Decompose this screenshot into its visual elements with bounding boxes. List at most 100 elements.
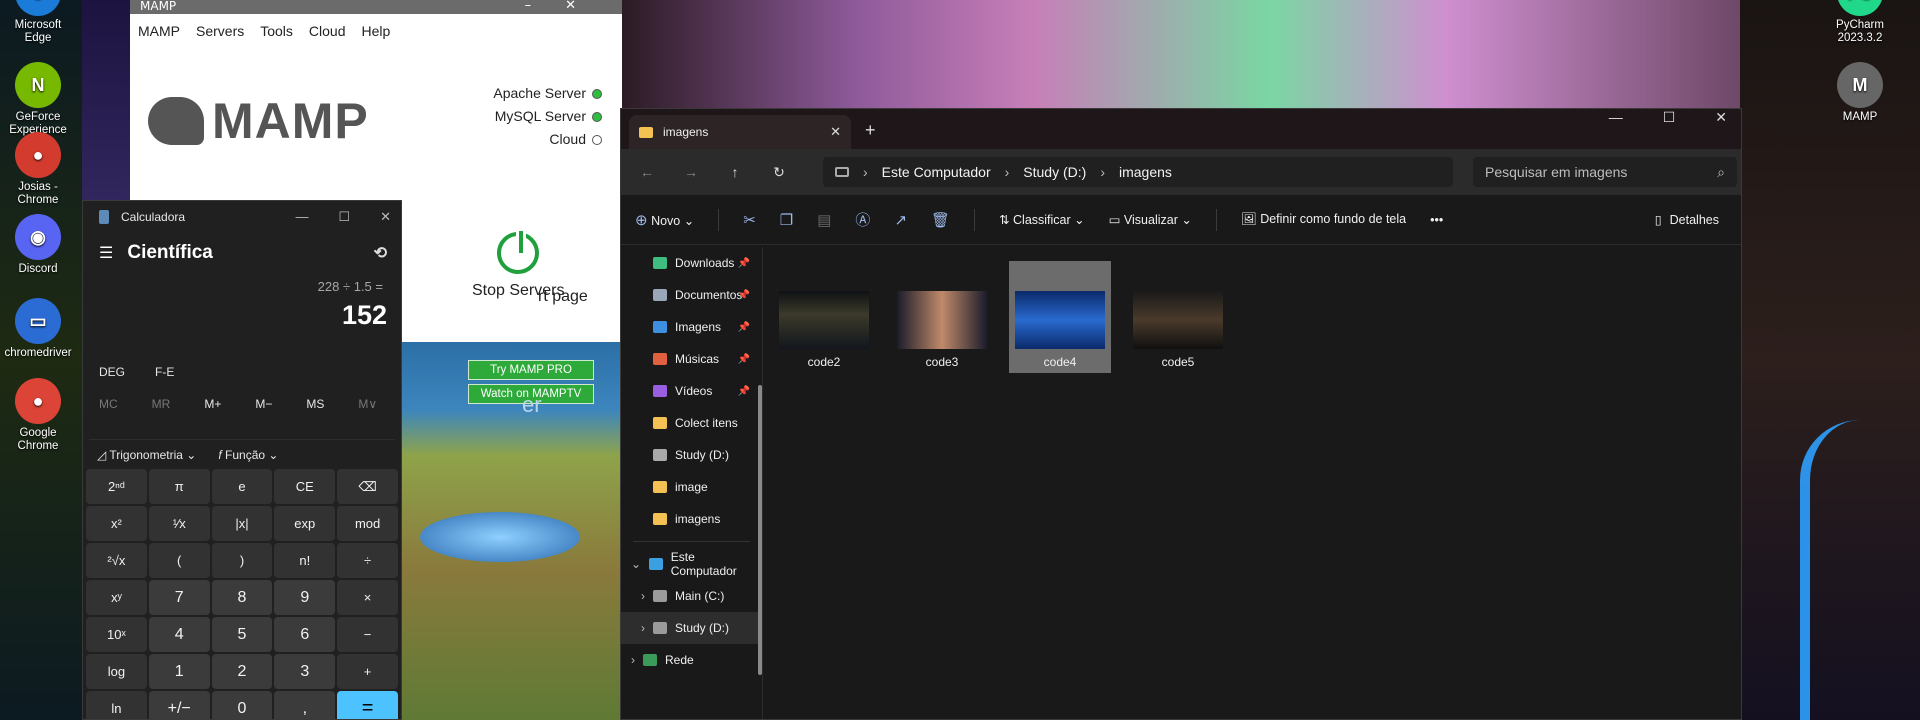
calculator-key[interactable]: +/− bbox=[148, 691, 210, 719]
sidebar-item[interactable]: Downloads 📌 bbox=[621, 247, 762, 279]
calculator-titlebar[interactable]: Calculadora — ☐ ✕ bbox=[83, 201, 401, 233]
search-input[interactable]: Pesquisar em imagens ⌕ bbox=[1473, 157, 1737, 187]
mamp-window-controls[interactable]: –✕ bbox=[525, 0, 610, 12]
open-start-page-button[interactable]: rt page bbox=[538, 288, 618, 306]
calculator-key[interactable]: ⌫ bbox=[337, 469, 398, 504]
paste-icon[interactable]: ▤ bbox=[817, 211, 831, 229]
function-dropdown[interactable]: f Função ⌄ bbox=[218, 448, 278, 462]
view-button[interactable]: ▭ Visualizar ⌄ bbox=[1109, 212, 1192, 227]
calculator-key[interactable]: 2ⁿᵈ bbox=[86, 469, 147, 504]
calculator-key[interactable]: CE bbox=[274, 469, 336, 504]
sidebar-item[interactable]: imagens bbox=[621, 503, 762, 535]
calculator-key[interactable]: 10ˣ bbox=[86, 617, 147, 652]
calculator-key[interactable]: |x| bbox=[211, 506, 273, 541]
file-item[interactable]: code3 bbox=[891, 261, 993, 373]
calculator-key[interactable]: ÷ bbox=[337, 543, 398, 578]
tree-item[interactable]: › Study (D:) bbox=[621, 612, 762, 644]
calculator-key[interactable]: ¹⁄x bbox=[148, 506, 210, 541]
calculator-key[interactable]: n! bbox=[274, 543, 336, 578]
menu-item-help[interactable]: Help bbox=[362, 23, 391, 39]
tab-imagens[interactable]: imagens ✕ bbox=[629, 115, 851, 149]
sidebar-item[interactable]: Imagens 📌 bbox=[621, 311, 762, 343]
file-item[interactable]: code2 bbox=[773, 261, 875, 373]
memory-button[interactable]: MR bbox=[152, 397, 171, 411]
calculator-key[interactable]: 0 bbox=[211, 691, 273, 719]
close-icon[interactable]: ✕ bbox=[380, 209, 391, 225]
hamburger-menu-icon[interactable]: ☰ bbox=[99, 243, 113, 263]
desktop-icon[interactable]: PC PyCharm 2023.3.2 bbox=[1822, 0, 1898, 45]
calculator-key[interactable]: mod bbox=[337, 506, 398, 541]
memory-button[interactable]: M− bbox=[255, 397, 272, 411]
chevron-down-icon[interactable]: ⌄ bbox=[631, 557, 641, 571]
calculator-key[interactable]: , bbox=[274, 691, 336, 719]
file-item[interactable]: code5 bbox=[1127, 261, 1229, 373]
sidebar-item[interactable]: Documentos 📌 bbox=[621, 279, 762, 311]
calculator-key[interactable]: + bbox=[337, 654, 398, 689]
deg-toggle[interactable]: DEG bbox=[99, 365, 125, 379]
sidebar-item[interactable]: image bbox=[621, 471, 762, 503]
breadcrumb-item[interactable]: imagens bbox=[1119, 164, 1172, 180]
sidebar-item[interactable]: Study (D:) bbox=[621, 439, 762, 471]
maximize-icon[interactable]: ☐ bbox=[338, 209, 350, 225]
chevron-right-icon[interactable]: › bbox=[631, 653, 635, 667]
details-button[interactable]: ▯ Detalhes bbox=[1655, 212, 1719, 228]
calculator-key[interactable]: log bbox=[86, 654, 147, 689]
sidebar-item[interactable]: Vídeos 📌 bbox=[621, 375, 762, 407]
desktop-icon[interactable]: ▭ chromedriver bbox=[0, 298, 76, 360]
close-tab-icon[interactable]: ✕ bbox=[830, 124, 841, 140]
minimize-icon[interactable]: — bbox=[1609, 109, 1623, 126]
rename-icon[interactable]: Ⓐ bbox=[855, 209, 870, 230]
calculator-key[interactable]: 3 bbox=[274, 654, 336, 689]
file-item[interactable]: code4 bbox=[1009, 261, 1111, 373]
close-icon[interactable]: ✕ bbox=[1715, 109, 1727, 126]
calculator-key[interactable]: 8 bbox=[211, 580, 273, 615]
calculator-key[interactable]: ) bbox=[211, 543, 273, 578]
breadcrumb[interactable]: › Este Computador › Study (D:) › imagens bbox=[823, 157, 1453, 187]
chevron-right-icon[interactable]: › bbox=[641, 589, 645, 603]
try-mamp-pro-button[interactable]: Try MAMP PRO bbox=[468, 360, 594, 380]
calculator-key[interactable]: = bbox=[337, 691, 398, 719]
desktop-icon[interactable]: ● Josias - Chrome bbox=[0, 132, 76, 207]
mamp-titlebar[interactable]: MAMP –✕ bbox=[130, 0, 622, 14]
sidebar-item[interactable]: Colect itens bbox=[621, 407, 762, 439]
calculator-key[interactable]: 9 bbox=[274, 580, 336, 615]
breadcrumb-item[interactable]: Study (D:) bbox=[1023, 164, 1086, 180]
menu-item-mamp[interactable]: MAMP bbox=[138, 23, 180, 39]
calculator-key[interactable]: 1 bbox=[148, 654, 210, 689]
calculator-key[interactable]: e bbox=[211, 469, 273, 504]
scrollbar[interactable] bbox=[758, 385, 762, 675]
tree-item[interactable]: › Rede bbox=[621, 644, 762, 676]
forward-arrow-icon[interactable]: → bbox=[679, 164, 703, 180]
share-icon[interactable]: ↗ bbox=[894, 211, 907, 229]
cut-icon[interactable]: ✂ bbox=[743, 211, 756, 229]
set-wallpaper-button[interactable]: 🖼 Definir como fundo de tela bbox=[1241, 212, 1406, 227]
desktop-icon[interactable]: M MAMP bbox=[1822, 62, 1898, 124]
calculator-key[interactable]: 7 bbox=[148, 580, 210, 615]
calculator-key[interactable]: ( bbox=[148, 543, 210, 578]
calculator-key[interactable]: ln bbox=[86, 691, 147, 719]
memory-button[interactable]: MC bbox=[99, 397, 118, 411]
memory-button[interactable]: MS bbox=[306, 397, 324, 411]
desktop-icon[interactable]: N GeForce Experience bbox=[0, 62, 76, 137]
new-tab-icon[interactable]: + bbox=[865, 120, 876, 141]
calculator-key[interactable]: 6 bbox=[274, 617, 336, 652]
sort-button[interactable]: ⇅ Classificar ⌄ bbox=[999, 212, 1085, 227]
sidebar-item[interactable]: Músicas 📌 bbox=[621, 343, 762, 375]
calculator-key[interactable]: ²√x bbox=[86, 543, 147, 578]
more-options-icon[interactable]: ••• bbox=[1430, 213, 1443, 227]
calculator-key[interactable]: xʸ bbox=[86, 580, 147, 615]
fe-toggle[interactable]: F-E bbox=[155, 365, 174, 379]
new-button[interactable]: ⊕ Novo ⌄ bbox=[635, 211, 694, 229]
menu-item-cloud[interactable]: Cloud bbox=[309, 23, 346, 39]
up-arrow-icon[interactable]: ↑ bbox=[723, 164, 747, 180]
refresh-icon[interactable]: ↻ bbox=[767, 164, 791, 181]
chevron-right-icon[interactable]: › bbox=[641, 621, 645, 635]
maximize-icon[interactable]: ☐ bbox=[1663, 109, 1676, 126]
delete-icon[interactable]: 🗑 bbox=[931, 211, 950, 229]
calculator-key[interactable]: exp bbox=[274, 506, 336, 541]
calculator-key[interactable]: x² bbox=[86, 506, 147, 541]
desktop-icon[interactable]: ◉ Discord bbox=[0, 214, 76, 276]
minimize-icon[interactable]: — bbox=[295, 209, 308, 225]
menu-item-tools[interactable]: Tools bbox=[260, 23, 293, 39]
back-arrow-icon[interactable]: ← bbox=[635, 164, 659, 180]
